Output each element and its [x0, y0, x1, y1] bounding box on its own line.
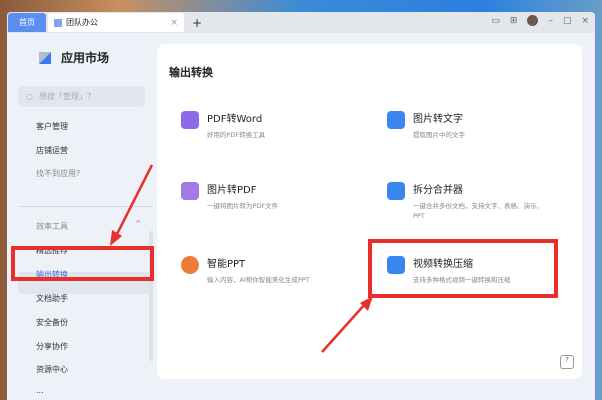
highlight-box-card — [368, 239, 558, 298]
highlight-box-sidebar — [11, 246, 154, 281]
annotation-overlay — [11, 164, 558, 353]
arrow-sidebar — [114, 164, 154, 237]
arrow-card — [321, 302, 367, 353]
arrowhead-sidebar — [110, 230, 122, 246]
